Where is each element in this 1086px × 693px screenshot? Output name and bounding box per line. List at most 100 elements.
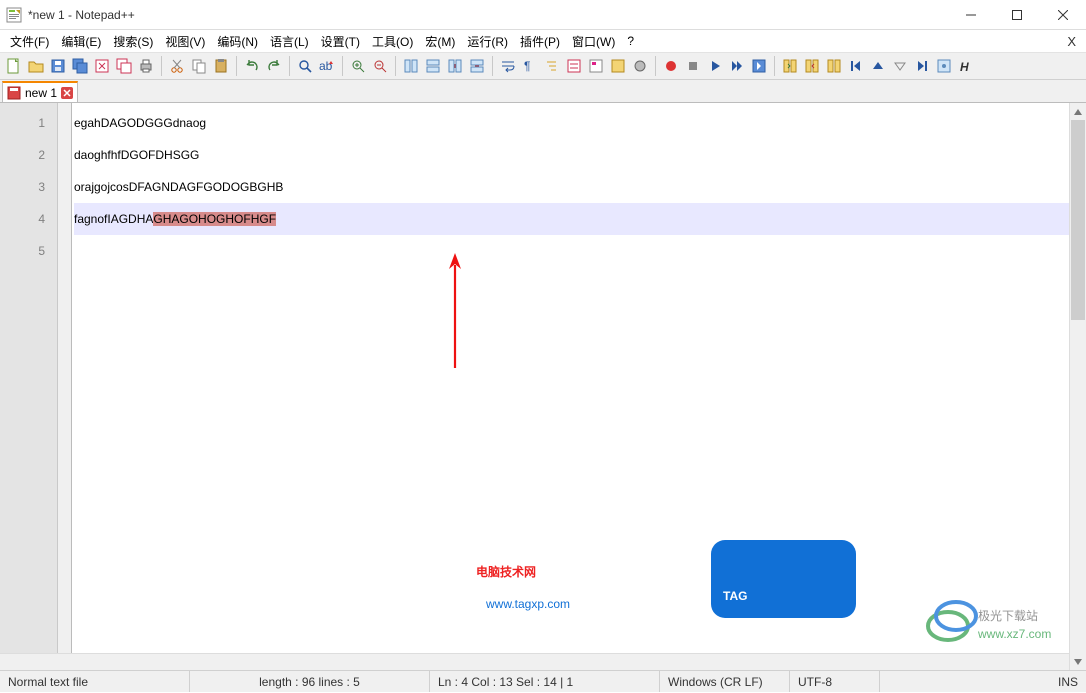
minimize-button[interactable]: [948, 0, 994, 30]
text-line[interactable]: daoghfhfDGOFDHSGG: [74, 139, 1086, 171]
status-position: Ln : 4 Col : 13 Sel : 14 | 1: [430, 671, 660, 692]
watermark-tagxp: 电脑技术网 www.tagxp.com TAG: [476, 538, 926, 640]
tab-new1[interactable]: new 1: [2, 81, 78, 102]
separator: [774, 56, 775, 76]
tab-bar: new 1: [0, 80, 1086, 102]
tab-close-icon[interactable]: [61, 87, 73, 99]
menu-encoding[interactable]: 编码(N): [211, 31, 264, 52]
save-all-icon[interactable]: [70, 56, 90, 76]
sync-h-icon[interactable]: [423, 56, 443, 76]
find-icon[interactable]: [295, 56, 315, 76]
function-list-icon[interactable]: [630, 56, 650, 76]
text-line-empty[interactable]: [74, 235, 1086, 267]
macro-save-icon[interactable]: [749, 56, 769, 76]
scroll-up-icon[interactable]: [1070, 103, 1086, 120]
macro-play-icon[interactable]: [705, 56, 725, 76]
menu-settings[interactable]: 设置(T): [315, 31, 366, 52]
user-lang-icon[interactable]: [564, 56, 584, 76]
compare-right-icon[interactable]: [802, 56, 822, 76]
menu-x[interactable]: X: [1057, 34, 1086, 49]
separator: [342, 56, 343, 76]
status-encoding[interactable]: UTF-8: [790, 671, 880, 692]
close-file-icon[interactable]: [92, 56, 112, 76]
app-icon: [6, 7, 22, 23]
macro-record-icon[interactable]: [661, 56, 681, 76]
undo-icon[interactable]: [242, 56, 262, 76]
word-wrap-icon[interactable]: [498, 56, 518, 76]
svg-text:极光下载站: 极光下载站: [978, 609, 1038, 623]
text-area[interactable]: egahDAGODGGGdnaog daoghfhfDGOFDHSGG oraj…: [72, 103, 1086, 670]
save-icon[interactable]: [48, 56, 68, 76]
watermark-xz7: 极光下载站 www.xz7.com: [926, 596, 1076, 658]
separator: [161, 56, 162, 76]
vertical-scrollbar[interactable]: [1069, 103, 1086, 670]
nav-up-icon[interactable]: [868, 56, 888, 76]
indent-guide-icon[interactable]: [542, 56, 562, 76]
text-plain: fagnofIAGDHA: [74, 212, 153, 226]
nav-down-white-icon[interactable]: [890, 56, 910, 76]
menu-file[interactable]: 文件(F): [4, 31, 55, 52]
status-eol[interactable]: Windows (CR LF): [660, 671, 790, 692]
maximize-button[interactable]: [994, 0, 1040, 30]
watermark-label: 电脑技术网: [476, 564, 536, 579]
compare-both-icon[interactable]: [824, 56, 844, 76]
sync-scroll-v-icon[interactable]: [445, 56, 465, 76]
sync-scroll-h-icon[interactable]: [467, 56, 487, 76]
line-number: 2: [0, 139, 45, 171]
line-number: 4: [0, 203, 45, 235]
svg-text:www.xz7.com: www.xz7.com: [977, 627, 1051, 641]
cut-icon[interactable]: [167, 56, 187, 76]
menu-run[interactable]: 运行(R): [461, 31, 514, 52]
horizontal-scrollbar[interactable]: [0, 653, 1069, 670]
replace-icon[interactable]: ab: [317, 56, 337, 76]
italic-h-icon[interactable]: H: [956, 56, 976, 76]
menu-view[interactable]: 视图(V): [159, 31, 211, 52]
zoom-out-icon[interactable]: [370, 56, 390, 76]
open-file-icon[interactable]: [26, 56, 46, 76]
zoom-in-icon[interactable]: [348, 56, 368, 76]
menu-window[interactable]: 窗口(W): [566, 31, 621, 52]
line-number-gutter: 1 2 3 4 5: [0, 103, 58, 670]
doc-list-icon[interactable]: [608, 56, 628, 76]
show-all-chars-icon[interactable]: ¶: [520, 56, 540, 76]
new-file-icon[interactable]: [4, 56, 24, 76]
text-line[interactable]: egahDAGODGGGdnaog: [74, 107, 1086, 139]
sync-v-icon[interactable]: [401, 56, 421, 76]
status-filetype: Normal text file: [0, 671, 190, 692]
scroll-thumb[interactable]: [1071, 120, 1085, 320]
macro-stop-icon[interactable]: [683, 56, 703, 76]
menu-plugins[interactable]: 插件(P): [514, 31, 566, 52]
close-all-icon[interactable]: [114, 56, 134, 76]
svg-text:H: H: [960, 60, 969, 74]
status-insert-mode[interactable]: INS: [880, 671, 1086, 692]
copy-icon[interactable]: [189, 56, 209, 76]
menu-tools[interactable]: 工具(O): [366, 31, 419, 52]
tab-modified-icon: [7, 86, 21, 100]
settings-icon[interactable]: [934, 56, 954, 76]
compare-left-icon[interactable]: [780, 56, 800, 76]
nav-start-icon[interactable]: [846, 56, 866, 76]
menu-search[interactable]: 搜索(S): [107, 31, 159, 52]
menu-language[interactable]: 语言(L): [264, 31, 315, 52]
tab-label: new 1: [25, 86, 57, 100]
paste-icon[interactable]: [211, 56, 231, 76]
svg-text:ab: ab: [319, 59, 333, 73]
toolbar: ab ¶ H: [0, 52, 1086, 80]
text-line-current[interactable]: fagnofIAGDHAGHAGOHOGHOFHGF: [74, 203, 1086, 235]
separator: [289, 56, 290, 76]
separator: [655, 56, 656, 76]
macro-play-multi-icon[interactable]: [727, 56, 747, 76]
doc-map-icon[interactable]: [586, 56, 606, 76]
redo-icon[interactable]: [264, 56, 284, 76]
print-icon[interactable]: [136, 56, 156, 76]
text-line[interactable]: orajgojcosDFAGNDAGFGODOGBGHB: [74, 171, 1086, 203]
nav-end-icon[interactable]: [912, 56, 932, 76]
fold-margin: [58, 103, 72, 670]
line-number: 3: [0, 171, 45, 203]
scroll-down-icon[interactable]: [1070, 653, 1086, 670]
menu-macro[interactable]: 宏(M): [419, 31, 461, 52]
menu-edit[interactable]: 编辑(E): [55, 31, 107, 52]
close-button[interactable]: [1040, 0, 1086, 30]
menu-help[interactable]: ?: [621, 32, 640, 50]
title-bar: *new 1 - Notepad++: [0, 0, 1086, 30]
